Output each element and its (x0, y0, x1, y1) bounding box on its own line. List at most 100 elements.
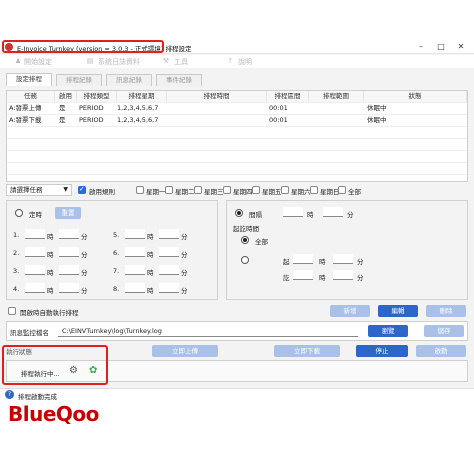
table-header[interactable]: 排程星期 (117, 91, 167, 102)
checkbox-sunday[interactable] (310, 186, 318, 194)
minute-unit: 分 (81, 233, 88, 241)
tab-message-log[interactable]: 訊息紀錄 (106, 74, 152, 86)
save-button[interactable]: 儲存 (424, 325, 464, 337)
checkbox-label: 星期六 (291, 188, 311, 196)
minute-input[interactable] (159, 229, 179, 239)
monitor-path-input[interactable]: C:\EINVTurnkey\log\Turnkey.log (58, 325, 358, 337)
minute-unit: 分 (181, 233, 188, 241)
table-header[interactable]: 排程類型 (77, 91, 117, 102)
checkbox-label: 全部 (348, 188, 361, 196)
radio-interval[interactable] (235, 209, 243, 217)
checkbox-autorun[interactable] (8, 307, 16, 315)
maximize-button[interactable]: □ (432, 41, 450, 53)
hour-input[interactable] (125, 229, 145, 239)
info-icon: ? (5, 390, 14, 399)
slot-number: 3. (13, 267, 20, 275)
end-hour-input[interactable] (293, 270, 313, 280)
slot-number: 8. (113, 285, 120, 293)
minute-input[interactable] (59, 229, 79, 239)
divider (7, 114, 467, 115)
checkbox-friday[interactable] (252, 186, 260, 194)
hour-input[interactable] (25, 247, 45, 257)
start-button[interactable]: 啟動 (416, 345, 466, 357)
radio-fixed-time[interactable] (15, 209, 23, 217)
delete-button[interactable]: 刪除 (426, 305, 466, 317)
close-button[interactable]: ✕ (452, 41, 470, 53)
checkbox-tuesday[interactable] (165, 186, 173, 194)
minute-unit: 分 (81, 269, 88, 277)
minimize-button[interactable]: – (412, 41, 430, 53)
table-cell: 休眠中 (367, 116, 387, 124)
edit-button[interactable]: 編輯 (378, 305, 418, 317)
menu-help[interactable]: 說明 (238, 57, 252, 67)
minute-unit: 分 (357, 258, 364, 266)
upload-now-button[interactable]: 立即上傳 (152, 345, 218, 357)
checkbox-all-days[interactable] (338, 186, 346, 194)
minute-input[interactable] (159, 247, 179, 257)
status-bar: ? 排程啟動完成 (0, 388, 474, 401)
log-icon: ▤ (86, 57, 94, 65)
reset-button[interactable]: 重置 (55, 207, 81, 219)
stop-button[interactable]: 停止 (356, 345, 408, 357)
divider (7, 126, 467, 127)
hour-input[interactable] (25, 229, 45, 239)
hour-input[interactable] (25, 283, 45, 293)
hour-input[interactable] (125, 283, 145, 293)
monitor-label: 訊息監控檔名 (10, 329, 49, 337)
autorun-label: 開啟時自動執行排程 (20, 309, 79, 317)
hour-input[interactable] (25, 265, 45, 275)
minute-input[interactable] (59, 265, 79, 275)
minute-input[interactable] (159, 265, 179, 275)
hour-input[interactable] (125, 247, 145, 257)
app-window: E-Invoice Turnkey (version = 3.0.3 - 正式環… (0, 40, 474, 401)
minute-input[interactable] (59, 247, 79, 257)
radio-time-range[interactable] (241, 256, 249, 264)
table-header[interactable]: 排程區間 (267, 91, 309, 102)
end-minute-input[interactable] (333, 270, 353, 280)
slot-number: 6. (113, 249, 120, 257)
status-text: 排程啟動完成 (18, 393, 57, 401)
menu-tools[interactable]: 工具 (174, 57, 188, 67)
interval-panel: 間隔 時 分 起訖時間 全部 起 時 分 訖 時 分 (226, 200, 468, 300)
tab-schedule-log[interactable]: 排程紀錄 (56, 74, 102, 86)
start-minute-input[interactable] (333, 254, 353, 264)
start-hour-input[interactable] (293, 254, 313, 264)
checkbox-thursday[interactable] (223, 186, 231, 194)
checkbox-enable-rule[interactable] (78, 185, 86, 194)
hour-unit: 時 (47, 287, 54, 295)
interval-minute-input[interactable] (323, 207, 343, 217)
minute-unit: 分 (357, 274, 364, 282)
download-now-button[interactable]: 立即下載 (274, 345, 340, 357)
tab-event-log[interactable]: 事件紀錄 (156, 74, 202, 86)
hour-unit: 時 (147, 287, 154, 295)
checkbox-label: 星期五 (262, 188, 282, 196)
hour-input[interactable] (125, 265, 145, 275)
radio-all-day[interactable] (241, 236, 249, 244)
schedule-table: 任務 啟用 排程類型 排程星期 排程時間 排程區間 排程範圍 狀態 A:發票上傳… (6, 90, 468, 182)
add-button[interactable]: 新增 (330, 305, 370, 317)
checkbox-saturday[interactable] (281, 186, 289, 194)
tab-schedule-settings[interactable]: 設定排程 (6, 73, 52, 86)
checkbox-monday[interactable] (136, 186, 144, 194)
task-select[interactable]: 請選擇任務 ▼ (6, 184, 72, 196)
table-header[interactable]: 排程時間 (167, 91, 267, 102)
checkbox-label: 星期三 (204, 188, 224, 196)
interval-hour-input[interactable] (283, 207, 303, 217)
table-header[interactable]: 啟用 (55, 91, 77, 102)
table-header[interactable]: 狀態 (364, 91, 467, 102)
checkbox-wednesday[interactable] (194, 186, 202, 194)
hour-unit: 時 (319, 258, 326, 266)
menu-system-log[interactable]: 系統日誌資料 (98, 57, 140, 67)
minute-input[interactable] (159, 283, 179, 293)
table-header[interactable]: 排程範圍 (309, 91, 364, 102)
minute-unit: 分 (181, 269, 188, 277)
table-cell: 1,2,3,4,5,6,7 (117, 116, 159, 124)
tools-icon: ⚒ (162, 57, 170, 65)
chevron-down-icon: ▼ (63, 186, 68, 193)
fixed-time-panel: 定時 重置 1. 時 分 5. 時 分 2. 時 分 6. 時 分 3. 時 分… (6, 200, 218, 300)
menu-start-settings[interactable]: 開始設定 (24, 57, 52, 67)
browse-button[interactable]: 瀏覽 (368, 325, 408, 337)
table-header[interactable]: 任務 (7, 91, 55, 102)
minute-unit: 分 (181, 251, 188, 259)
minute-input[interactable] (59, 283, 79, 293)
